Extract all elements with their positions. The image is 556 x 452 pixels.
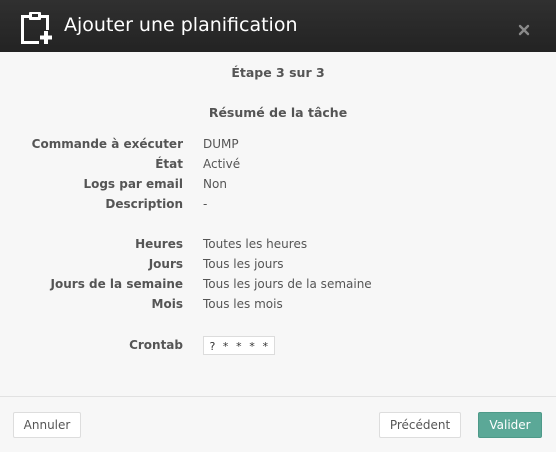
task-row-command: Commande à exécuter DUMP — [0, 134, 556, 154]
crontab-expression: ? * * * * — [203, 336, 275, 355]
field-value: Tous les mois — [203, 297, 283, 311]
dialog-body: Étape 3 sur 3 Résumé de la tâche Command… — [0, 52, 556, 396]
field-label: État — [155, 157, 183, 171]
cancel-button[interactable]: Annuler — [13, 412, 81, 438]
field-value: DUMP — [203, 137, 239, 151]
schedule-row-days: Jours Tous les jours — [0, 254, 556, 274]
dialog-header: Ajouter une planification — [0, 0, 556, 52]
task-row-state: État Activé — [0, 154, 556, 174]
crontab-label: Crontab — [129, 338, 183, 352]
close-icon[interactable] — [518, 21, 530, 36]
field-label: Mois — [151, 297, 183, 311]
field-label: Jours de la semaine — [50, 277, 183, 291]
clipboard-plus-icon — [18, 9, 54, 45]
crontab-row: Crontab — [0, 335, 556, 355]
step-indicator: Étape 3 sur 3 — [231, 65, 325, 80]
dialog-title: Ajouter une planification — [64, 14, 298, 36]
field-value: Activé — [203, 157, 241, 171]
field-value: - — [203, 197, 208, 211]
add-schedule-dialog: Ajouter une planification Étape 3 sur 3 … — [0, 0, 556, 452]
schedule-row-months: Mois Tous les mois — [0, 294, 556, 314]
field-label: Logs par email — [83, 177, 183, 191]
field-label: Description — [105, 197, 183, 211]
schedule-row-weekdays: Jours de la semaine Tous les jours de la… — [0, 274, 556, 294]
field-label: Jours — [148, 257, 183, 271]
field-value: Tous les jours — [203, 257, 284, 271]
submit-button[interactable]: Valider — [478, 412, 542, 438]
field-label: Heures — [135, 237, 183, 251]
field-value: Non — [203, 177, 227, 191]
dialog-footer: Annuler Précédent Valider — [0, 396, 556, 452]
previous-button[interactable]: Précédent — [379, 412, 461, 438]
task-row-description: Description - — [0, 194, 556, 214]
field-value: Tous les jours de la semaine — [203, 277, 372, 291]
schedule-row-hours: Heures Toutes les heures — [0, 234, 556, 254]
field-label: Commande à exécuter — [31, 137, 183, 151]
summary-title: Résumé de la tâche — [208, 105, 348, 120]
field-value: Toutes les heures — [203, 237, 308, 251]
task-row-email-logs: Logs par email Non — [0, 174, 556, 194]
